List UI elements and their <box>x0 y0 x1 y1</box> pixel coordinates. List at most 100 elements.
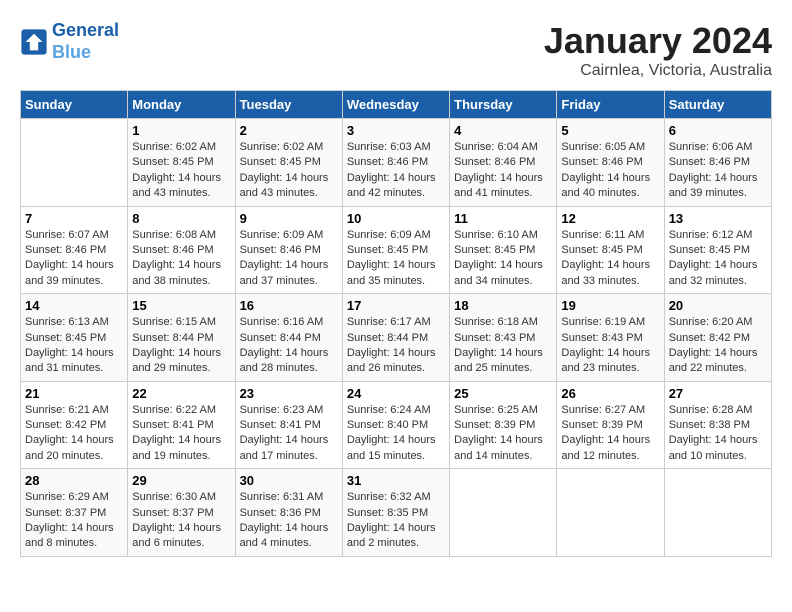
cell-line: Daylight: 14 hours <box>561 171 659 186</box>
cell-content: Sunrise: 6:10 AMSunset: 8:45 PMDaylight:… <box>454 228 552 290</box>
cell-line: and 39 minutes. <box>25 274 123 289</box>
cell-line: Sunset: 8:37 PM <box>25 506 123 521</box>
calendar-cell: 28Sunrise: 6:29 AMSunset: 8:37 PMDayligh… <box>21 469 128 557</box>
cell-content: Sunrise: 6:12 AMSunset: 8:45 PMDaylight:… <box>669 228 767 290</box>
cell-line: Daylight: 14 hours <box>240 521 338 536</box>
calendar-cell: 19 Sunrise: 6:19 AMSunset: 8:43 PMDayligh… <box>557 294 664 382</box>
days-row: SundayMondayTuesdayWednesdayThursdayFrid… <box>21 91 772 119</box>
cell-line: Daylight: 14 hours <box>561 346 659 361</box>
cell-content: Sunrise: 6:04 AMSunset: 8:46 PMDaylight:… <box>454 140 552 202</box>
day-number: 4 <box>454 123 552 138</box>
cell-line: and 28 minutes. <box>240 361 338 376</box>
cell-line: Daylight: 14 hours <box>132 171 230 186</box>
cell-line: Sunrise: 6:13 AM <box>25 315 123 330</box>
cell-line: Sunrise: 6:15 AM <box>132 315 230 330</box>
cell-line: Sunset: 8:41 PM <box>132 418 230 433</box>
cell-line: Sunrise: 6:31 AM <box>240 490 338 505</box>
cell-line: Daylight: 14 hours <box>240 433 338 448</box>
calendar-cell: 20Sunrise: 6:20 AMSunset: 8:42 PMDayligh… <box>664 294 771 382</box>
cell-content: Sunrise: 6:06 AMSunset: 8:46 PMDaylight:… <box>669 140 767 202</box>
day-number: 21 <box>25 386 123 401</box>
calendar-cell: 12Sunrise: 6:11 AMSunset: 8:45 PMDayligh… <box>557 206 664 294</box>
cell-line: Daylight: 14 hours <box>669 258 767 273</box>
cell-content: Sunrise: 6:18 AMSunset: 8:43 PMDaylight:… <box>454 315 552 377</box>
cell-content: Sunrise: 6:30 AMSunset: 8:37 PMDaylight:… <box>132 490 230 552</box>
cell-line: Sunrise: 6:03 AM <box>347 140 445 155</box>
day-header-friday: Friday <box>557 91 664 119</box>
calendar-cell <box>450 469 557 557</box>
cell-line: Daylight: 14 hours <box>347 171 445 186</box>
cell-line: Daylight: 14 hours <box>25 346 123 361</box>
day-header-saturday: Saturday <box>664 91 771 119</box>
cell-line: Sunrise: 6:04 AM <box>454 140 552 155</box>
cell-content: Sunrise: 6:09 AMSunset: 8:45 PMDaylight:… <box>347 228 445 290</box>
calendar-cell: 1Sunrise: 6:02 AMSunset: 8:45 PMDaylight… <box>128 119 235 207</box>
cell-line: Sunrise: 6:20 AM <box>669 315 767 330</box>
cell-content: Sunrise: 6:08 AMSunset: 8:46 PMDaylight:… <box>132 228 230 290</box>
cell-line: Daylight: 14 hours <box>669 433 767 448</box>
week-row: 1Sunrise: 6:02 AMSunset: 8:45 PMDaylight… <box>21 119 772 207</box>
calendar-cell: 21 Sunrise: 6:21 AMSunset: 8:42 PMDayligh… <box>21 381 128 469</box>
calendar-cell: 31Sunrise: 6:32 AMSunset: 8:35 PMDayligh… <box>342 469 449 557</box>
cell-line: Sunset: 8:42 PM <box>669 331 767 346</box>
cell-line: Daylight: 14 hours <box>240 346 338 361</box>
cell-content: Sunrise: 6:21 AMSunset: 8:42 PMDaylight:… <box>25 403 123 465</box>
cell-line: Sunrise: 6:18 AM <box>454 315 552 330</box>
cell-line: Daylight: 14 hours <box>25 521 123 536</box>
cell-line: Daylight: 14 hours <box>347 346 445 361</box>
day-number: 17 <box>347 298 445 313</box>
cell-line: Daylight: 14 hours <box>132 433 230 448</box>
cell-line: Daylight: 14 hours <box>454 258 552 273</box>
cell-line: Sunset: 8:46 PM <box>240 243 338 258</box>
cell-line: Daylight: 14 hours <box>454 171 552 186</box>
cell-line: and 25 minutes. <box>454 361 552 376</box>
cell-line: Sunset: 8:46 PM <box>561 155 659 170</box>
cell-line: Sunset: 8:44 PM <box>347 331 445 346</box>
cell-line: and 23 minutes. <box>561 361 659 376</box>
calendar-cell: 26Sunrise: 6:27 AMSunset: 8:39 PMDayligh… <box>557 381 664 469</box>
cell-line: Sunrise: 6:21 AM <box>25 403 123 418</box>
cell-line: and 43 minutes. <box>132 186 230 201</box>
day-number: 1 <box>132 123 230 138</box>
cell-line: Daylight: 14 hours <box>669 171 767 186</box>
cell-line: Sunrise: 6:25 AM <box>454 403 552 418</box>
cell-line: Sunrise: 6:09 AM <box>240 228 338 243</box>
calendar-cell: 13Sunrise: 6:12 AMSunset: 8:45 PMDayligh… <box>664 206 771 294</box>
calendar-cell: 25Sunrise: 6:25 AMSunset: 8:39 PMDayligh… <box>450 381 557 469</box>
cell-line: Sunrise: 6:30 AM <box>132 490 230 505</box>
cell-line: Sunset: 8:44 PM <box>240 331 338 346</box>
cell-content: Sunrise: 6:11 AMSunset: 8:45 PMDaylight:… <box>561 228 659 290</box>
week-row: 28Sunrise: 6:29 AMSunset: 8:37 PMDayligh… <box>21 469 772 557</box>
calendar-cell: 27Sunrise: 6:28 AMSunset: 8:38 PMDayligh… <box>664 381 771 469</box>
cell-line: Sunset: 8:45 PM <box>561 243 659 258</box>
cell-line: and 35 minutes. <box>347 274 445 289</box>
day-number: 16 <box>240 298 338 313</box>
day-number: 5 <box>561 123 659 138</box>
cell-content: Sunrise: 6:32 AMSunset: 8:35 PMDaylight:… <box>347 490 445 552</box>
day-number: 11 <box>454 211 552 226</box>
calendar-cell: 18Sunrise: 6:18 AMSunset: 8:43 PMDayligh… <box>450 294 557 382</box>
cell-line: and 15 minutes. <box>347 449 445 464</box>
cell-line: Daylight: 14 hours <box>132 258 230 273</box>
cell-line: Sunrise: 6:06 AM <box>669 140 767 155</box>
cell-content: Sunrise: 6:20 AMSunset: 8:42 PMDaylight:… <box>669 315 767 377</box>
cell-line: Sunrise: 6:29 AM <box>25 490 123 505</box>
cell-line: and 26 minutes. <box>347 361 445 376</box>
day-number: 3 <box>347 123 445 138</box>
cell-content: Sunrise: 6:19 AMSunset: 8:43 PMDaylight:… <box>561 315 659 377</box>
cell-line: Sunrise: 6:05 AM <box>561 140 659 155</box>
cell-line: Sunrise: 6:16 AM <box>240 315 338 330</box>
cell-line: and 34 minutes. <box>454 274 552 289</box>
cell-line: Sunset: 8:45 PM <box>454 243 552 258</box>
cell-line: Sunset: 8:46 PM <box>669 155 767 170</box>
day-number: 19 <box>561 298 659 313</box>
calendar-cell: 23Sunrise: 6:23 AMSunset: 8:41 PMDayligh… <box>235 381 342 469</box>
calendar-header: SundayMondayTuesdayWednesdayThursdayFrid… <box>21 91 772 119</box>
cell-content: Sunrise: 6:28 AMSunset: 8:38 PMDaylight:… <box>669 403 767 465</box>
calendar-cell: 16 Sunrise: 6:16 AMSunset: 8:44 PMDayligh… <box>235 294 342 382</box>
cell-line: and 39 minutes. <box>669 186 767 201</box>
cell-line: Daylight: 14 hours <box>669 346 767 361</box>
calendar-cell: 30Sunrise: 6:31 AMSunset: 8:36 PMDayligh… <box>235 469 342 557</box>
cell-line: and 14 minutes. <box>454 449 552 464</box>
calendar-cell <box>664 469 771 557</box>
